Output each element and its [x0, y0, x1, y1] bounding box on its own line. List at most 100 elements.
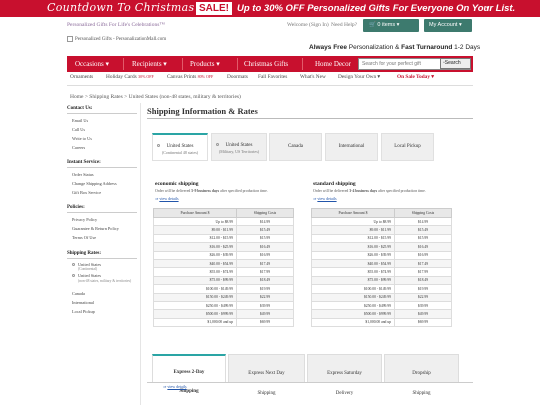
sidebar-item-privacy[interactable]: Privacy Policy	[72, 217, 97, 222]
tab-dropship[interactable]: Dropship Shipping	[384, 354, 459, 396]
sidebar-item-write-to-us[interactable]: Write to Us	[72, 136, 92, 141]
site-logo[interactable]: Personalized Gifts - PersonalizationMall…	[67, 36, 166, 42]
tab-us-military[interactable]: United States (Military, US Territories)	[211, 133, 267, 161]
breadcrumb[interactable]: Home > Shipping Rates > United States (n…	[70, 94, 241, 100]
purchase-amount-cell: $12.00 - $15.99	[311, 233, 395, 244]
sidebar-item-sub: (Continental)	[78, 267, 98, 271]
sidebar-item-careers[interactable]: Careers	[72, 145, 85, 150]
nav-recipients[interactable]: Recipients ▾	[132, 56, 167, 72]
sidebar-item-us-non48[interactable]: United States	[78, 273, 101, 278]
account-button[interactable]: My Account ▾	[424, 19, 472, 32]
search-button[interactable]: ▫Search	[440, 58, 471, 69]
sidebar-item-local-pickup[interactable]: Local Pickup	[72, 309, 95, 314]
purchase-amount-cell: $55.00 - $74.99	[153, 267, 237, 277]
table-row: $150.00 - $249.99 $22.99	[311, 292, 452, 302]
standard-view-details[interactable]: ⇒ view details	[313, 196, 337, 201]
sidebar-rates-heading: Shipping Rates:	[67, 251, 102, 256]
shipping-cost-cell: $17.99	[394, 267, 452, 277]
economic-note: Order will be delivered 5-9 business day…	[155, 189, 268, 193]
purchase-amount-cell: $9.00 - $11.99	[311, 225, 395, 235]
purchase-amount-cell: $26.00 - $39.99	[311, 250, 395, 260]
table-row: $75.00 - $99.99 $18.49	[153, 275, 294, 286]
sidebar-item-call-us[interactable]: Call Us	[72, 127, 85, 132]
tab-us-continental[interactable]: United States (Continental 48 states)	[152, 133, 208, 161]
subnav-holiday-cards[interactable]: Holiday Cards 30% OFF	[106, 74, 154, 80]
economic-view-details[interactable]: ⇒ view details	[155, 196, 179, 201]
nav-divider	[123, 58, 124, 70]
table-row: $9.00 - $11.99 $15.49	[153, 225, 294, 235]
sidebar-item-order-status[interactable]: Order Status	[72, 172, 94, 177]
purchase-amount-cell: $100.00 - $149.99	[153, 284, 237, 294]
shipping-cost-cell: $17.49	[394, 258, 452, 269]
table-row: $12.00 - $15.99 $15.99	[311, 233, 452, 244]
express-view-details[interactable]: ⇒ view details	[163, 384, 187, 389]
sidebar-item-change-address[interactable]: Change Shipping Address	[72, 181, 117, 186]
sidebar-item-guarantee[interactable]: Guarantee & Return Policy	[72, 226, 119, 231]
shipping-cost-cell: $16.99	[394, 250, 452, 260]
sidebar-item-international[interactable]: International	[72, 300, 94, 305]
tab-local-pickup[interactable]: Local Pickup	[381, 133, 434, 161]
table-row: $16.00 - $25.99 $16.49	[311, 242, 452, 252]
tab-express-next-day[interactable]: Express Next Day Shipping	[228, 354, 305, 396]
shipping-cost-cell: $15.49	[394, 225, 452, 235]
need-help-link[interactable]: Need Help?	[331, 22, 357, 28]
tab-express-2day[interactable]: Express 2-Day Shipping	[152, 354, 226, 394]
purchase-amount-cell: $75.00 - $99.99	[311, 275, 395, 286]
shipping-cost-cell: $16.49	[394, 242, 452, 252]
shipping-cost-cell: $15.49	[236, 225, 294, 235]
subnav-doormats[interactable]: Doormats	[227, 74, 248, 80]
table-row: $55.00 - $74.99 $17.99	[153, 267, 294, 277]
purchase-amount-cell: $150.00 - $249.99	[153, 292, 237, 302]
sidebar-item-gift-box[interactable]: Gift Box Service	[72, 190, 101, 195]
promo-expand-icon[interactable]: ▾	[486, 4, 490, 12]
radio-icon[interactable]	[72, 274, 75, 277]
subnav-on-sale-today[interactable]: On Sale Today ▾	[397, 74, 434, 80]
subnav-whats-new[interactable]: What's New	[300, 74, 326, 80]
sidebar-item-email-us[interactable]: Email Us	[72, 118, 88, 123]
tab-canada[interactable]: Canada	[269, 133, 322, 161]
nav-divider	[182, 58, 183, 70]
col-shipping-cost: Shipping Costs	[236, 208, 294, 218]
radio-icon[interactable]	[72, 263, 75, 266]
table-row: $26.00 - $39.99 $16.99	[311, 250, 452, 260]
table-row: $100.00 - $149.99 $19.99	[311, 284, 452, 294]
shipping-cost-cell: $22.99	[236, 292, 294, 302]
nav-products[interactable]: Products ▾	[190, 56, 220, 72]
purchase-amount-cell: $75.00 - $99.99	[153, 275, 237, 286]
nav-home-decor[interactable]: Home Decor	[315, 56, 351, 72]
table-row: $40.00 - $54.99 $17.49	[311, 258, 452, 269]
col-purchase-amount: Purchase Amount $	[311, 208, 395, 218]
discount-badge: 30% OFF	[138, 74, 154, 79]
shipping-cost-cell: $39.99	[236, 300, 294, 311]
sidebar-item-canada[interactable]: Canada	[72, 291, 85, 296]
tab-express-saturday[interactable]: Express Saturday Delivery	[307, 354, 382, 396]
table-row: $55.00 - $74.99 $17.99	[311, 267, 452, 277]
shipping-cost-cell: $15.99	[394, 233, 452, 244]
subnav-fall-favorites[interactable]: Fall Favorites	[258, 74, 287, 80]
tab-international[interactable]: International	[325, 133, 378, 161]
page-title: Shipping Information & Rates	[147, 106, 258, 116]
purchase-amount-cell: Up to $8.99	[153, 216, 237, 227]
purchase-amount-cell: Up to $8.99	[311, 216, 395, 227]
nav-occasions[interactable]: Occasions ▾	[75, 56, 109, 72]
shipping-cost-cell: $17.49	[236, 258, 294, 269]
sign-in-link[interactable]: Welcome (Sign In)	[287, 22, 329, 28]
purchase-amount-cell: $9.00 - $11.99	[153, 225, 237, 235]
shipping-cost-cell: $22.99	[394, 292, 452, 302]
sidebar-item-terms[interactable]: Terms Of Use	[72, 235, 96, 240]
subnav-design-your-own[interactable]: Design Your Own ▾	[338, 74, 380, 80]
promo-headline[interactable]: Up to 30% OFF Personalized Gifts For Eve…	[237, 3, 515, 14]
nav-christmas-gifts[interactable]: Christmas Gifts	[244, 56, 288, 72]
subnav-ornaments[interactable]: Ornaments	[70, 74, 93, 80]
purchase-amount-cell: $250.00 - $499.99	[311, 300, 395, 311]
cart-button[interactable]: 🛒 0 items ▾	[363, 19, 419, 32]
site-tagline: Personalized Gifts For Life's Celebratio…	[67, 22, 165, 28]
standard-note: Order will be delivered 3-4 business day…	[313, 189, 426, 193]
table-row: $40.00 - $54.99 $17.49	[153, 258, 294, 269]
shipping-cost-cell: $49.99	[236, 309, 294, 319]
subnav-canvas-prints[interactable]: Canvas Prints 80% OFF	[167, 74, 213, 80]
standard-rates-table: Purchase Amount $ Shipping Costs Up to $…	[311, 208, 452, 328]
purchase-amount-cell: $250.00 - $499.99	[153, 300, 237, 311]
table-row: Up to $8.99 $14.99	[311, 216, 452, 227]
table-row: $250.00 - $499.99 $39.99	[153, 300, 294, 311]
